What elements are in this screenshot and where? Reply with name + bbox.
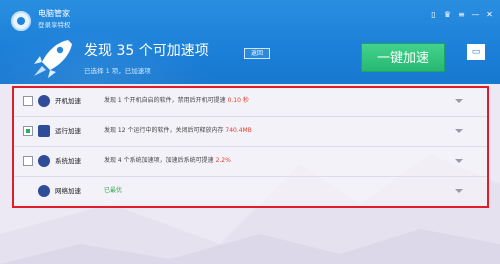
login-privilege-link[interactable]: 登录享特权: [38, 21, 71, 29]
menu-icon[interactable]: ≡: [457, 10, 466, 19]
scan-result-title: 发现 35 个可加速项: [84, 43, 209, 59]
back-button[interactable]: 返回: [244, 48, 270, 59]
skin-icon[interactable]: ♛: [443, 10, 452, 19]
item-checkbox[interactable]: [23, 96, 33, 106]
phone-icon[interactable]: ▯: [429, 10, 438, 19]
item-name: 网络加速: [55, 187, 81, 195]
memory-icon: [38, 125, 50, 137]
item-description: 发现 12 个运行中的软件，关闭后可释放内存 740.4MB: [104, 127, 252, 134]
app-title: 电脑管家: [38, 9, 70, 18]
chevron-down-icon[interactable]: [455, 99, 463, 103]
gear-icon: [38, 155, 50, 167]
window-controls: ▯ ♛ ≡ — ✕: [429, 10, 494, 19]
item-description: 发现 1 个开机自启的软件，禁用后开机可提速 0.10 秒: [104, 97, 249, 104]
selected-note: 已选择 1 项，已加速项: [84, 67, 151, 75]
rocket-icon: [34, 40, 72, 78]
item-checkbox[interactable]: [23, 126, 33, 136]
app-logo[interactable]: [11, 11, 31, 31]
minimize-icon[interactable]: —: [471, 10, 480, 19]
item-description: 发现 4 个系统加速项，加速后系统可提速 2.2%: [104, 157, 231, 164]
side-panel-icon[interactable]: ▭: [467, 44, 485, 60]
list-item[interactable]: 系统加速 发现 4 个系统加速项，加速后系统可提速 2.2%: [14, 148, 487, 177]
item-name: 运行加速: [55, 127, 81, 135]
close-icon[interactable]: ✕: [485, 10, 494, 19]
item-checkbox[interactable]: [23, 156, 33, 166]
header-bar: 电脑管家 登录享特权 ▯ ♛ ≡ — ✕ 发现 35 个可加速项 返回 已选择 …: [0, 0, 500, 84]
chevron-down-icon[interactable]: [455, 159, 463, 163]
list-item[interactable]: 开机加速 发现 1 个开机自启的软件，禁用后开机可提速 0.10 秒: [14, 88, 487, 117]
power-icon: [38, 95, 50, 107]
one-click-accelerate-button[interactable]: 一键加速: [361, 43, 445, 72]
item-name: 系统加速: [55, 157, 81, 165]
list-item[interactable]: 运行加速 发现 12 个运行中的软件，关闭后可释放内存 740.4MB: [14, 118, 487, 147]
list-item[interactable]: 网络加速 已最优: [14, 178, 487, 206]
item-status: 已最优: [104, 187, 123, 194]
globe-icon: [38, 185, 50, 197]
accelerate-items-list: 开机加速 发现 1 个开机自启的软件，禁用后开机可提速 0.10 秒 运行加速 …: [12, 86, 489, 208]
chevron-down-icon[interactable]: [455, 189, 463, 193]
chevron-down-icon[interactable]: [455, 129, 463, 133]
item-name: 开机加速: [55, 97, 81, 105]
